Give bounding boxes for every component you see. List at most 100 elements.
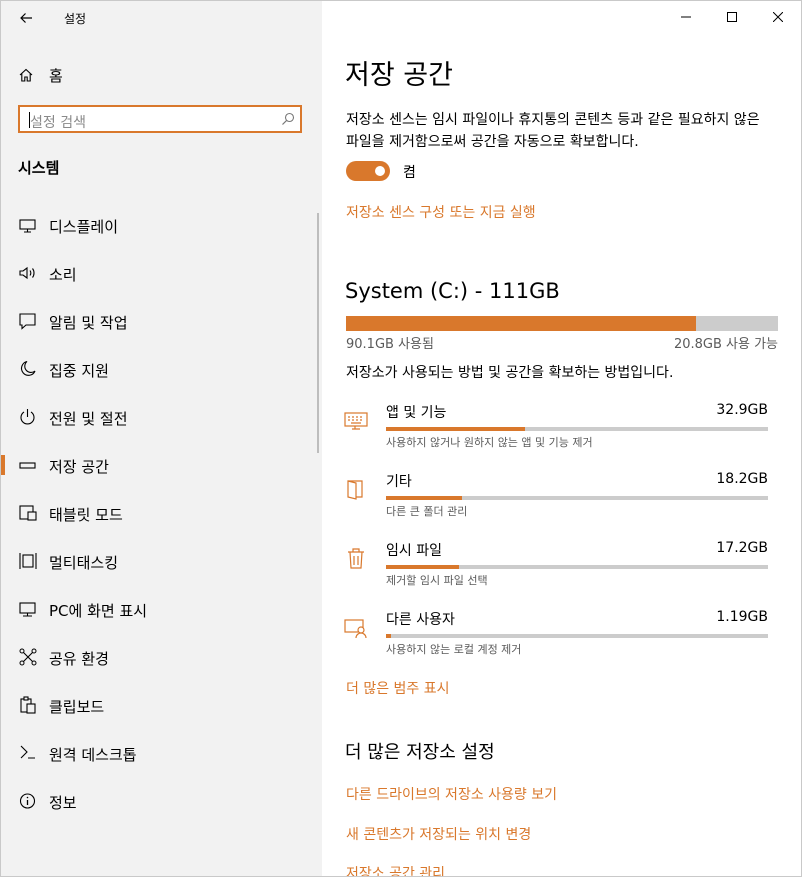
drive-used-label: 90.1GB 사용됨 [346,337,434,352]
tablet-icon [19,505,37,521]
sidebar-item-label: 태블릿 모드 [49,506,123,524]
sidebar-item-about[interactable]: 정보 [1,781,322,821]
sidebar-item-share[interactable]: 공유 환경 [1,637,322,677]
category-name: 앱 및 기능 [386,405,447,421]
drive-free-label: 20.8GB 사용 가능 [673,337,778,352]
maximize-button[interactable] [709,1,755,33]
category-apps[interactable]: 앱 및 기능 32.9GB 사용하지 않거나 원하지 않는 앱 및 기능 제거 [344,402,768,462]
sidebar-item-label: 알림 및 작업 [49,314,128,332]
toggle-state-label: 켬 [403,165,416,181]
back-arrow-icon [20,13,32,23]
power-icon [20,409,35,425]
search-input[interactable]: 설정 검색 [30,112,86,132]
sidebar-item-multitasking[interactable]: 멀티태스킹 [1,541,322,581]
caption-buttons [663,1,801,33]
sidebar-item-label: 원격 데스크톱 [49,746,137,764]
user-icon [344,619,367,639]
drive-title: System (C:) - 111GB [345,279,560,303]
storage-sense-toggle[interactable] [346,161,390,181]
sidebar-item-label: PC에 화면 표시 [49,602,148,620]
view-other-drives-link[interactable]: 다른 드라이브의 저장소 사용량 보기 [346,784,557,804]
sidebar-item-remote-desktop[interactable]: 원격 데스크톱 [1,733,322,773]
category-description: 사용하지 않는 로컬 계정 제거 [386,643,522,656]
minimize-button[interactable] [663,1,709,33]
multitasking-icon [19,553,37,569]
storage-icon [19,462,36,469]
show-more-categories-link[interactable]: 더 많은 범주 표시 [346,678,450,698]
sidebar: 설정 홈 설정 검색 시스템 디스플레이 소리 알림 및 작업 집중 지원 전원… [1,1,322,876]
category-description: 사용하지 않거나 원하지 않는 앱 및 기능 제거 [386,436,593,449]
sidebar-item-project[interactable]: PC에 화면 표시 [1,589,322,629]
sidebar-item-display[interactable]: 디스플레이 [1,205,322,245]
category-bar [386,565,768,569]
monitor-icon [19,219,36,233]
category-description: 제거할 임시 파일 선택 [386,574,488,587]
search-icon[interactable] [280,111,296,127]
category-description: 다른 큰 폴더 관리 [386,505,468,518]
minimize-icon [681,16,691,18]
category-size: 17.2GB [716,540,768,556]
share-icon [19,648,37,666]
category-bar [386,496,768,500]
info-icon [19,793,36,809]
category-bar-fill [386,496,463,500]
manage-storage-spaces-link[interactable]: 저장소 공간 관리 [346,863,445,876]
app-title: 설정 [64,12,87,26]
sidebar-item-label: 소리 [49,266,77,284]
storage-sense-description: 저장소 센스는 임시 파일이나 휴지통의 콘텐츠 등과 같은 필요하지 않은 파… [346,112,760,150]
maximize-icon [727,12,737,22]
home-label: 홈 [49,66,63,85]
category-name: 기타 [386,474,412,490]
sidebar-item-label: 전원 및 절전 [49,410,128,428]
sidebar-scrollbar[interactable] [317,213,319,453]
remote-desktop-icon [20,745,35,759]
configure-storage-sense-link[interactable]: 저장소 센스 구성 또는 지금 실행 [346,202,536,222]
notification-icon [19,313,36,330]
category-size: 1.19GB [716,609,768,625]
category-size: 18.2GB [716,471,768,487]
sidebar-item-storage[interactable]: 저장 공간 [1,445,322,485]
close-icon [773,12,783,22]
category-name: 다른 사용자 [386,612,455,628]
section-title: 시스템 [18,159,60,177]
sidebar-item-sound[interactable]: 소리 [1,253,322,293]
sidebar-item-power[interactable]: 전원 및 절전 [1,397,322,437]
category-size: 32.9GB [716,402,768,418]
category-bar-fill [386,427,526,431]
category-other[interactable]: 기타 18.2GB 다른 큰 폴더 관리 [344,471,768,531]
sidebar-item-label: 집중 지원 [49,362,109,380]
sidebar-item-label: 공유 환경 [49,650,109,668]
speaker-icon [19,266,35,280]
sidebar-item-label: 정보 [49,794,77,812]
clipboard-icon [20,696,36,714]
search-box[interactable]: 설정 검색 [18,105,302,133]
category-temporary-files[interactable]: 임시 파일 17.2GB 제거할 임시 파일 선택 [344,540,768,600]
howto-text: 저장소가 사용되는 방법 및 공간을 확보하는 방법입니다. [346,365,674,381]
trash-icon [348,548,364,569]
sidebar-item-tablet-mode[interactable]: 태블릿 모드 [1,493,322,533]
main-content: 저장 공간 저장소 센스는 임시 파일이나 휴지통의 콘텐츠 등과 같은 필요하… [322,1,801,876]
category-other-users[interactable]: 다른 사용자 1.19GB 사용하지 않는 로컬 계정 제거 [344,609,768,669]
toggle-knob [375,166,385,176]
sidebar-item-notifications[interactable]: 알림 및 작업 [1,301,322,341]
close-button[interactable] [755,1,801,33]
home-icon [19,68,33,82]
sidebar-item-label: 클립보드 [49,698,105,716]
sidebar-item-label: 저장 공간 [49,458,109,476]
page-title: 저장 공간 [345,60,453,91]
keyboard-icon [344,412,368,430]
home-nav-item[interactable]: 홈 [18,63,63,87]
sidebar-item-clipboard[interactable]: 클립보드 [1,685,322,725]
moon-icon [21,360,36,376]
sidebar-item-label: 멀티태스킹 [49,554,119,572]
selection-indicator [1,455,5,475]
change-save-location-link[interactable]: 새 콘텐츠가 저장되는 위치 변경 [346,824,531,844]
category-bar-fill [386,634,391,638]
back-button[interactable] [15,7,37,29]
drive-usage-bar [346,316,778,331]
category-name: 임시 파일 [386,543,442,559]
sidebar-item-focus-assist[interactable]: 집중 지원 [1,349,322,389]
category-bar [386,634,768,638]
category-bar-fill [386,565,459,569]
drive-usage-fill [346,316,696,331]
